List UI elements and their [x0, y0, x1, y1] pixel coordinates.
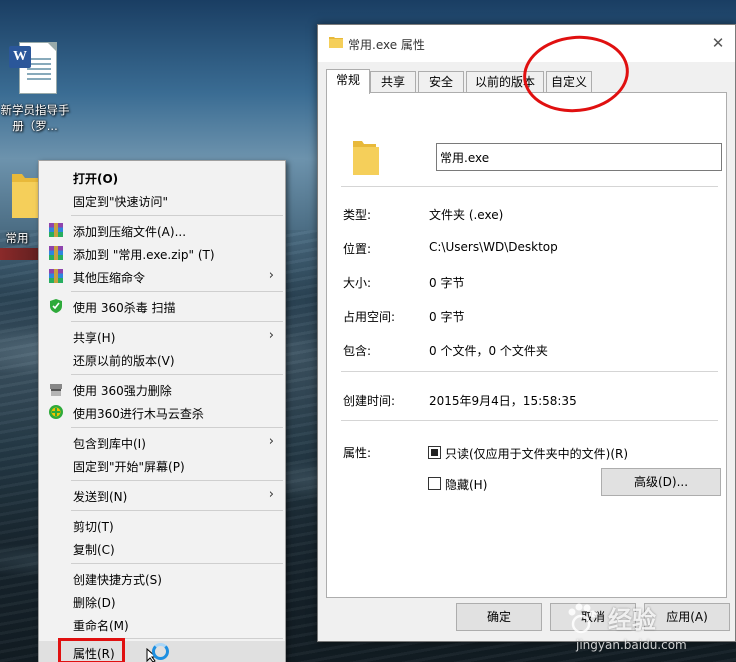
- chevron-right-icon: ›: [268, 487, 274, 502]
- divider: [341, 186, 718, 187]
- type-value: 文件夹 (.exe): [429, 208, 504, 222]
- size-label: 大小:: [343, 276, 372, 290]
- menu-item-create-shortcut[interactable]: 创建快捷方式(S): [39, 567, 285, 589]
- disk-size-value: 0 字节: [429, 310, 465, 324]
- shield-icon: [50, 299, 62, 313]
- baidu-jingyan-watermark: 经验 jingyan.baidu.com: [560, 598, 736, 658]
- menu-item-add-zip[interactable]: 添加到 "常用.exe.zip" (T): [39, 242, 285, 264]
- created-label: 创建时间:: [343, 394, 396, 408]
- dialog-titlebar[interactable]: 常用.exe 属性 ✕: [318, 25, 735, 62]
- hidden-checkbox[interactable]: [428, 477, 441, 490]
- annotation-highlight-box: [58, 638, 125, 662]
- close-button[interactable]: ✕: [705, 31, 731, 55]
- name-input[interactable]: [436, 143, 722, 171]
- size-value: 0 字节: [429, 276, 465, 290]
- winrar-icon: [49, 246, 63, 260]
- menu-item-copy[interactable]: 复制(C): [39, 537, 285, 559]
- shredder-icon: [50, 384, 62, 396]
- chevron-right-icon: ›: [268, 434, 274, 449]
- menu-separator: [71, 510, 283, 511]
- folder-icon: [329, 37, 343, 48]
- menu-item-pin-quick-access[interactable]: 固定到"快速访问": [39, 189, 285, 211]
- menu-separator: [71, 427, 283, 428]
- advanced-button[interactable]: 高级(D)...: [601, 468, 721, 496]
- menu-item-cut[interactable]: 剪切(T): [39, 514, 285, 536]
- type-label: 类型:: [343, 208, 372, 222]
- menu-item-add-archive[interactable]: 添加到压缩文件(A)...: [39, 219, 285, 241]
- contains-value: 0 个文件，0 个文件夹: [429, 344, 548, 358]
- location-value: C:\Users\WD\Desktop: [429, 240, 558, 254]
- winrar-icon: [49, 269, 63, 283]
- menu-item-rename[interactable]: 重命名(M): [39, 613, 285, 635]
- menu-separator: [71, 291, 283, 292]
- menu-separator: [71, 215, 283, 216]
- readonly-checkbox-label[interactable]: 只读(仅应用于文件夹中的文件)(R): [445, 445, 628, 462]
- menu-item-360-trojan-scan[interactable]: 使用360进行木马云查杀: [39, 401, 285, 423]
- tab-sharing[interactable]: 共享: [370, 71, 416, 93]
- menu-item-restore-versions[interactable]: 还原以前的版本(V): [39, 348, 285, 370]
- tab-security[interactable]: 安全: [418, 71, 464, 93]
- menu-item-open[interactable]: 打开(O): [39, 166, 285, 188]
- general-tab-panel: 类型: 文件夹 (.exe) 位置: C:\Users\WD\Desktop 大…: [326, 92, 727, 598]
- menu-separator: [71, 563, 283, 564]
- watermark-text: 经验: [608, 606, 656, 634]
- menu-separator: [71, 480, 283, 481]
- disk-size-label: 占用空间:: [343, 310, 396, 324]
- ok-button[interactable]: 确定: [456, 603, 542, 631]
- hidden-checkbox-label[interactable]: 隐藏(H): [445, 476, 487, 493]
- menu-item-pin-start[interactable]: 固定到"开始"屏幕(P): [39, 454, 285, 476]
- menu-item-send-to[interactable]: 发送到(N) ›: [39, 484, 285, 506]
- menu-item-other-compress[interactable]: 其他压缩命令 ›: [39, 265, 285, 287]
- tab-general[interactable]: 常规: [326, 69, 370, 94]
- properties-dialog: 常用.exe 属性 ✕ 常规 共享 安全 以前的版本 自定义 类型: 文件夹 (…: [317, 24, 736, 642]
- menu-item-include-library[interactable]: 包含到库中(I) ›: [39, 431, 285, 453]
- divider: [341, 420, 718, 421]
- contains-label: 包含:: [343, 344, 372, 358]
- chevron-right-icon: ›: [268, 328, 274, 343]
- menu-item-share[interactable]: 共享(H) ›: [39, 325, 285, 347]
- menu-item-360-force-delete[interactable]: 使用 360强力删除: [39, 378, 285, 400]
- menu-separator: [71, 374, 283, 375]
- dialog-title: 常用.exe 属性: [348, 38, 425, 52]
- word-badge-icon: W: [9, 46, 31, 68]
- winrar-icon: [49, 223, 63, 237]
- menu-separator: [71, 321, 283, 322]
- baidu-paw-logo-icon: [568, 603, 597, 634]
- chevron-right-icon: ›: [268, 268, 274, 283]
- created-value: 2015年9月4日，15:58:35: [429, 394, 577, 408]
- busy-spinner-icon: [152, 643, 169, 660]
- menu-item-360-scan[interactable]: 使用 360杀毒 扫描: [39, 295, 285, 317]
- attributes-label: 属性:: [343, 446, 372, 460]
- location-label: 位置:: [343, 242, 372, 256]
- context-menu: 打开(O) 固定到"快速访问" 添加到压缩文件(A)... 添加到 "常用.ex…: [38, 160, 286, 662]
- readonly-checkbox[interactable]: [428, 446, 441, 459]
- word-document-icon[interactable]: W: [9, 42, 57, 94]
- 360-security-icon: [49, 405, 63, 419]
- close-icon: ✕: [711, 34, 725, 52]
- desktop-folder-label[interactable]: 常用: [0, 230, 42, 246]
- folder-icon: [353, 141, 379, 175]
- desktop-doc-label[interactable]: 新学员指导手册（罗...: [0, 102, 70, 134]
- menu-item-delete[interactable]: 删除(D): [39, 590, 285, 612]
- watermark-url: jingyan.baidu.com: [576, 638, 687, 652]
- divider: [341, 371, 718, 372]
